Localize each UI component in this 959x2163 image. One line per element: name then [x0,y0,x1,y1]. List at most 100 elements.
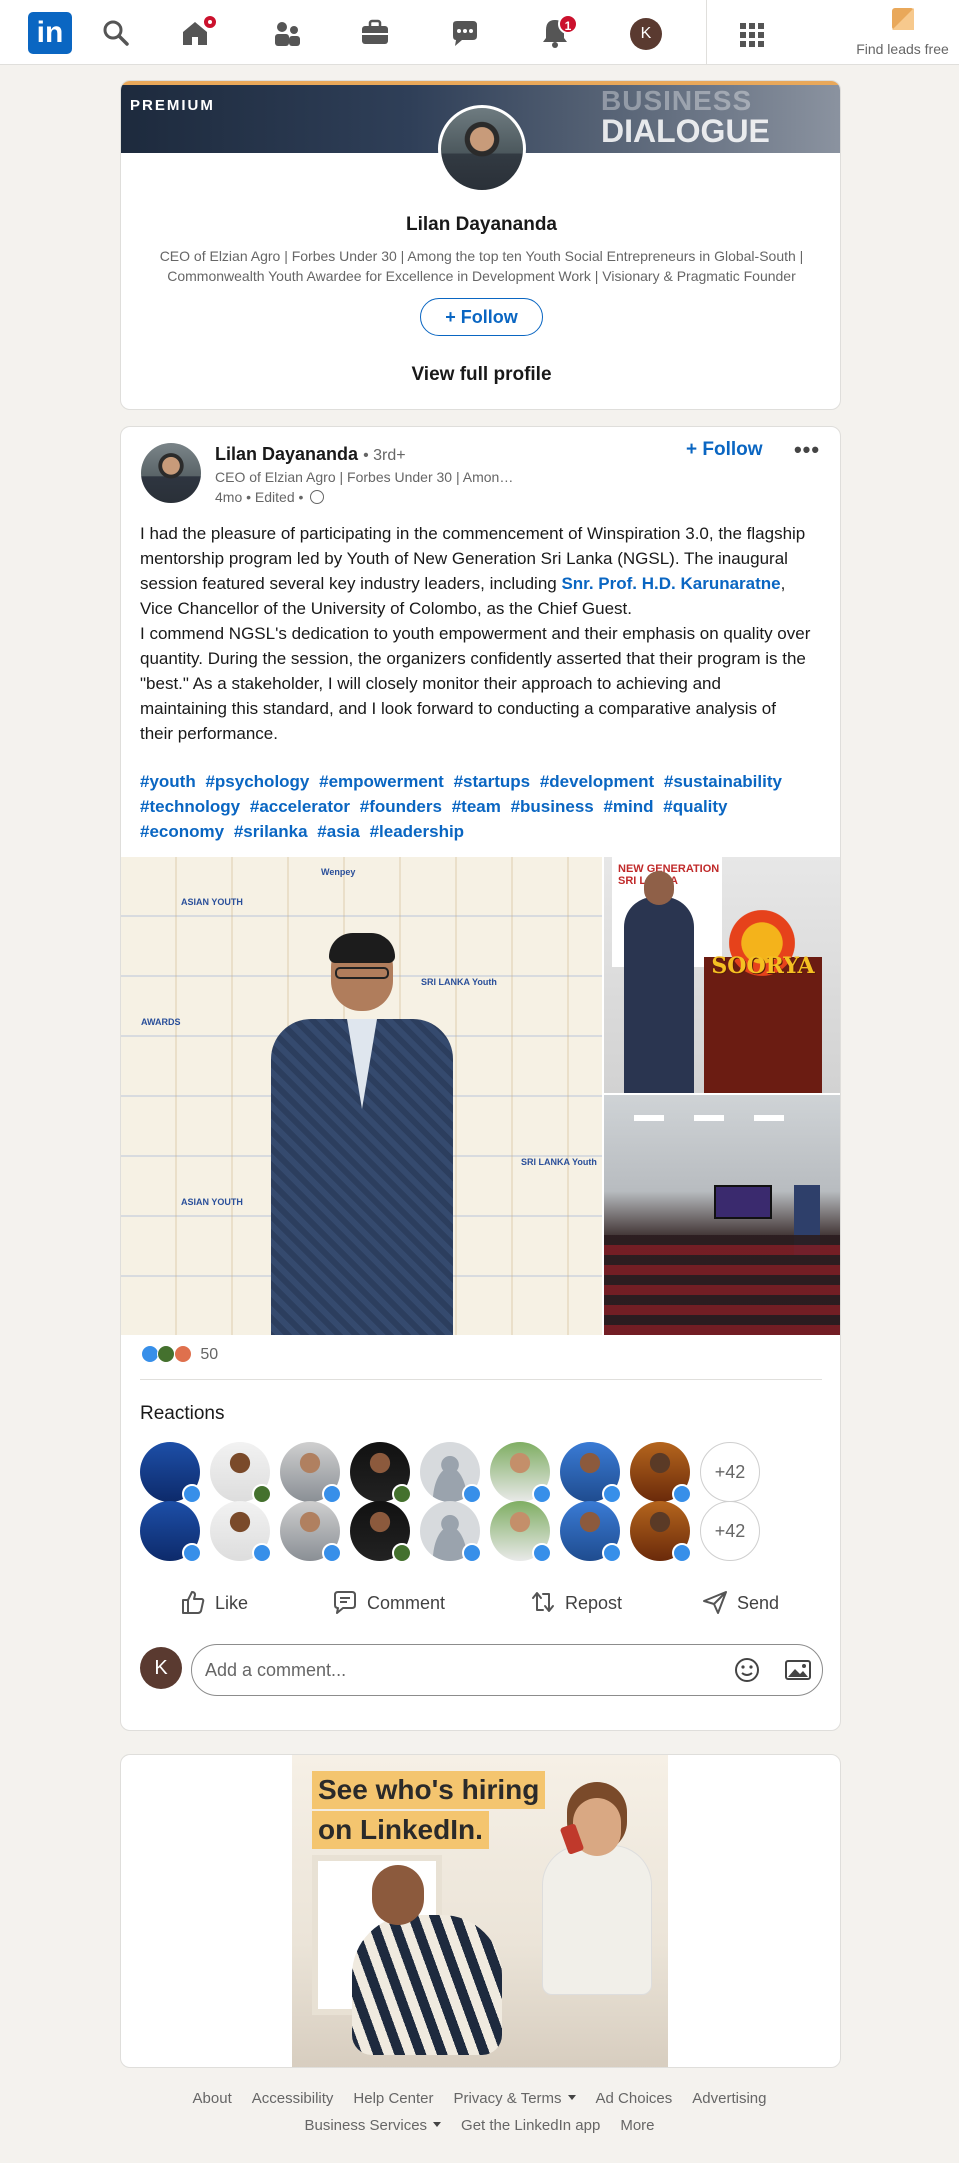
speaker-figure [624,871,694,1093]
hashtag-link[interactable]: #technology [140,797,240,816]
send-button[interactable]: Send [701,1588,779,1628]
comment-input[interactable]: Add a comment... [191,1644,823,1696]
reactor-avatar[interactable] [280,1442,342,1504]
more-options-icon[interactable]: ••• [793,437,821,462]
more-reactors-button[interactable]: +42 [700,1501,760,1561]
footer-link-get-app[interactable]: Get the LinkedIn app [461,2117,600,2134]
search-icon[interactable] [99,16,133,50]
post-photo-speaker[interactable]: NEW GENERATION SRI LANKA SOORYA [604,857,840,1093]
reactor-avatar[interactable] [420,1501,482,1563]
reactor-avatar[interactable] [420,1442,482,1504]
footer: About Accessibility Help Center Privacy … [0,2090,959,2144]
global-nav: in 1 K Find leads free [0,0,959,65]
messaging-icon[interactable] [448,16,482,50]
comment-button[interactable]: Comment [331,1588,445,1628]
hashtag-link[interactable]: #sustainability [664,772,782,791]
hashtag-link[interactable]: #accelerator [250,797,350,816]
backdrop-logo-text: AWARDS [141,1017,181,1027]
hashtag-link[interactable]: #asia [317,822,360,841]
my-network-icon[interactable] [270,16,304,50]
post-photo-main[interactable]: ASIAN YOUTH SRI LANKA Youth AWARDS Wenpe… [121,857,602,1335]
more-reactors-button[interactable]: +42 [700,1442,760,1502]
like-reaction-icon [252,1543,272,1563]
like-button[interactable]: Like [179,1588,248,1628]
comment-placeholder: Add a comment... [205,1660,347,1680]
hashtag-link[interactable]: #youth [140,772,196,791]
home-icon[interactable] [178,14,218,50]
ad-person-1 [352,1865,502,2055]
hashtag-link[interactable]: #mind [603,797,653,816]
hashtag-link[interactable]: #psychology [205,772,309,791]
reactor-avatar[interactable] [560,1501,622,1563]
profile-follow-button[interactable]: + Follow [420,298,543,336]
like-reaction-icon [672,1484,692,1504]
like-reaction-icon [462,1484,482,1504]
find-leads-link[interactable]: Find leads free [850,8,955,57]
ad-image[interactable]: See who's hiring on LinkedIn. [292,1755,668,2067]
reactor-avatar[interactable] [350,1442,412,1504]
thumbs-up-icon [182,1591,205,1614]
reactor-avatar[interactable] [210,1442,272,1504]
post-photo-audience[interactable] [604,1095,840,1335]
reactor-avatar[interactable] [490,1442,552,1504]
post-author-name[interactable]: Lilan Dayananda • 3rd+ [215,444,406,465]
celebrate-reaction-icon [392,1543,412,1563]
reaction-summary[interactable]: 50 [141,1345,218,1364]
reactor-avatar[interactable] [280,1501,342,1563]
hashtag-link[interactable]: #empowerment [319,772,444,791]
linkedin-logo[interactable]: in [28,12,72,54]
footer-link-ad-choices[interactable]: Ad Choices [596,2090,673,2107]
reactor-avatar[interactable] [630,1442,692,1504]
hashtag-link[interactable]: #srilanka [234,822,308,841]
footer-link-more[interactable]: More [620,2117,654,2134]
ad-card[interactable]: See who's hiring on LinkedIn. [120,1754,841,2068]
like-reaction-icon [602,1543,622,1563]
divider [140,1379,822,1380]
me-avatar[interactable]: K [630,18,662,50]
footer-link-privacy-terms[interactable]: Privacy & Terms [453,2090,576,2107]
hashtag-link[interactable]: #quality [663,797,727,816]
post-follow-label: Follow [702,439,763,460]
reactor-avatar[interactable] [140,1442,202,1504]
mention-link[interactable]: Snr. Prof. H.D. Karunaratne [561,574,780,593]
reactor-avatar[interactable] [630,1501,692,1563]
reactor-avatar[interactable] [210,1501,272,1563]
hashtag-link[interactable]: #economy [140,822,224,841]
view-full-profile-link[interactable]: View full profile [121,364,840,386]
emoji-icon[interactable] [733,1656,761,1684]
like-reaction-icon [672,1543,692,1563]
reactor-avatar[interactable] [560,1442,622,1504]
backdrop-logo-text: Wenpey [321,867,356,877]
notifications-icon[interactable]: 1 [538,14,578,50]
hashtag-link[interactable]: #development [540,772,654,791]
hashtag-link[interactable]: #leadership [370,822,465,841]
footer-link-business-services[interactable]: Business Services [304,2117,442,2134]
apps-grid-icon[interactable] [737,20,767,50]
profile-avatar[interactable] [438,105,526,193]
profile-name[interactable]: Lilan Dayananda [121,214,840,236]
footer-link-accessibility[interactable]: Accessibility [252,2090,334,2107]
post-follow-button[interactable]: + Follow [686,439,763,461]
like-reaction-icon [462,1543,482,1563]
repost-button[interactable]: Repost [529,1588,622,1628]
hashtag-link[interactable]: #startups [454,772,531,791]
reactor-avatar[interactable] [350,1501,412,1563]
image-icon[interactable] [783,1656,813,1684]
love-reaction-icon [173,1345,192,1363]
hashtag-link[interactable]: #team [452,797,501,816]
notifications-badge: 1 [558,14,578,34]
profile-headline: CEO of Elzian Agro | Forbes Under 30 | A… [159,248,804,284]
post-author-avatar[interactable] [141,443,201,503]
home-notification-dot [202,14,218,30]
footer-link-advertising[interactable]: Advertising [692,2090,766,2107]
hashtag-link[interactable]: #founders [360,797,442,816]
hashtag-link[interactable]: #business [511,797,594,816]
reactor-avatar[interactable] [140,1501,202,1563]
jobs-icon[interactable] [358,16,392,50]
footer-link-about[interactable]: About [193,2090,232,2107]
footer-link-help-center[interactable]: Help Center [353,2090,433,2107]
comment-label: Comment [367,1593,446,1613]
reactor-avatar[interactable] [490,1501,552,1563]
follow-label: Follow [460,307,518,327]
backdrop-logo-text: ASIAN YOUTH [181,897,243,907]
